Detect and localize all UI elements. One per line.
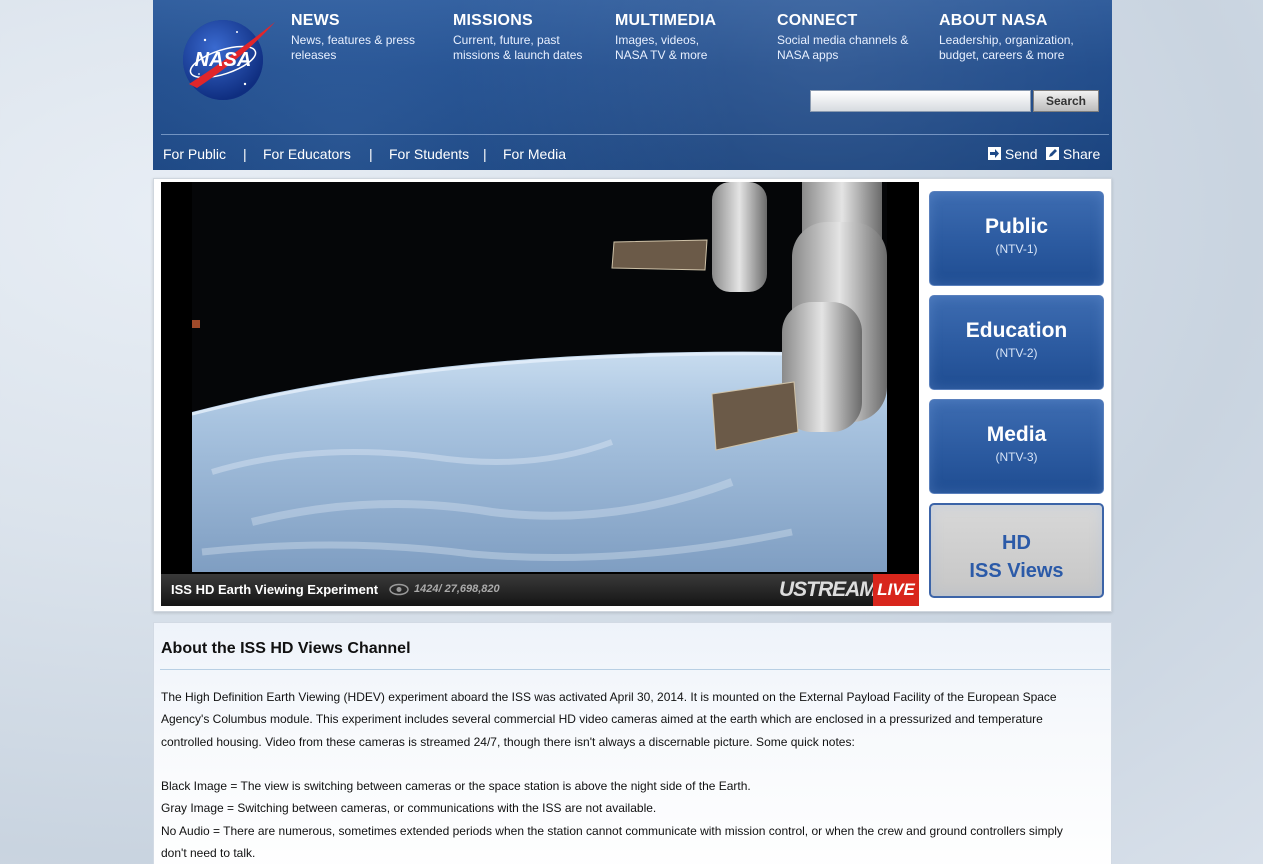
channel-name: HD ISS Views bbox=[931, 529, 1102, 585]
share-icon bbox=[1046, 147, 1059, 160]
nav-about-title[interactable]: ABOUT NASA bbox=[939, 12, 1089, 30]
channel-code: (NTV-1) bbox=[995, 242, 1038, 256]
subnav-for-educators[interactable]: For Educators bbox=[263, 146, 351, 162]
note-no-audio: No Audio = There are numerous, sometimes… bbox=[161, 824, 1063, 838]
site-header: NASA NEWS News, features & press release… bbox=[153, 0, 1112, 170]
nav-missions-title[interactable]: MISSIONS bbox=[453, 12, 603, 30]
channel-hd-iss-views-button[interactable]: HD ISS Views bbox=[929, 503, 1104, 598]
channel-name: Public bbox=[984, 215, 1048, 238]
main-nav: NEWS News, features & press releases MIS… bbox=[291, 12, 1111, 72]
nav-news[interactable]: NEWS News, features & press releases bbox=[291, 12, 441, 63]
video-title: ISS HD Earth Viewing Experiment bbox=[171, 582, 379, 597]
nasa-logo[interactable]: NASA bbox=[175, 18, 277, 102]
live-badge: LIVE bbox=[873, 574, 919, 606]
subnav-separator: | bbox=[243, 146, 247, 162]
subnav-for-media[interactable]: For Media bbox=[503, 146, 566, 162]
nav-multimedia-desc: Images, videos, NASA TV & more bbox=[615, 33, 708, 62]
about-section: About the ISS HD Views Channel The High … bbox=[153, 622, 1112, 864]
subnav-separator: | bbox=[483, 146, 487, 162]
subnav-separator: | bbox=[369, 146, 373, 162]
subnav-divider bbox=[161, 134, 1109, 135]
nav-news-title[interactable]: NEWS bbox=[291, 12, 441, 30]
channel-name-line2: ISS Views bbox=[969, 560, 1064, 582]
nav-about[interactable]: ABOUT NASA Leadership, organization, bud… bbox=[939, 12, 1089, 63]
about-heading: About the ISS HD Views Channel bbox=[161, 640, 411, 657]
about-intro-line: controlled housing. Video from these cam… bbox=[161, 735, 855, 749]
search-input[interactable] bbox=[810, 90, 1031, 112]
channel-education-button[interactable]: Education (NTV-2) bbox=[929, 295, 1104, 390]
channel-name: Education bbox=[965, 319, 1068, 342]
ustream-logo[interactable]: USTREAM bbox=[779, 578, 877, 602]
channel-code: (NTV-2) bbox=[995, 346, 1038, 360]
channel-public-button[interactable]: Public (NTV-1) bbox=[929, 191, 1104, 286]
send-label: Send bbox=[1004, 146, 1038, 162]
about-intro-line: Agency's Columbus module. This experimen… bbox=[161, 712, 1043, 726]
nav-multimedia[interactable]: MULTIMEDIA Images, videos, NASA TV & mor… bbox=[615, 12, 765, 63]
nav-about-desc: Leadership, organization, budget, career… bbox=[939, 33, 1074, 62]
channel-name-line1: HD bbox=[1002, 532, 1031, 554]
page: NASA NEWS News, features & press release… bbox=[153, 0, 1112, 864]
subnav-for-students[interactable]: For Students bbox=[389, 146, 469, 162]
channel-media-button[interactable]: Media (NTV-3) bbox=[929, 399, 1104, 494]
nav-multimedia-title[interactable]: MULTIMEDIA bbox=[615, 12, 765, 30]
nav-missions-desc: Current, future, past missions & launch … bbox=[453, 33, 583, 62]
nav-connect-title[interactable]: CONNECT bbox=[777, 12, 927, 30]
nav-connect[interactable]: CONNECT Social media channels & NASA app… bbox=[777, 12, 927, 63]
video-control-bar: ISS HD Earth Viewing Experiment 1424/ 27… bbox=[161, 574, 919, 606]
send-icon bbox=[988, 147, 1001, 160]
about-intro-line: The High Definition Earth Viewing (HDEV)… bbox=[161, 690, 1057, 704]
share-button[interactable]: Share bbox=[1046, 146, 1100, 162]
subnav-for-public[interactable]: For Public bbox=[163, 146, 226, 162]
note-gray-image: Gray Image = Switching between cameras, … bbox=[161, 801, 657, 815]
share-label: Share bbox=[1062, 146, 1101, 162]
video-player[interactable]: ISS HD Earth Viewing Experiment 1424/ 27… bbox=[161, 182, 919, 606]
nav-connect-desc: Social media channels & NASA apps bbox=[777, 33, 909, 62]
search-button[interactable]: Search bbox=[1033, 90, 1099, 112]
video-panel: ISS HD Earth Viewing Experiment 1424/ 27… bbox=[153, 178, 1112, 612]
channel-name: Media bbox=[986, 423, 1047, 446]
iss-earth-view bbox=[192, 182, 887, 572]
nav-missions[interactable]: MISSIONS Current, future, past missions … bbox=[453, 12, 603, 63]
eye-icon bbox=[389, 583, 409, 596]
send-button[interactable]: Send bbox=[988, 146, 1038, 162]
view-count: 1424/ 27,698,820 bbox=[414, 583, 500, 595]
about-divider bbox=[160, 669, 1110, 670]
note-no-audio-cont: don't need to talk. bbox=[161, 846, 256, 860]
channel-code: (NTV-3) bbox=[995, 450, 1038, 464]
svg-text:NASA: NASA bbox=[195, 49, 252, 71]
note-black-image: Black Image = The view is switching betw… bbox=[161, 779, 751, 793]
nav-news-desc: News, features & press releases bbox=[291, 33, 416, 62]
